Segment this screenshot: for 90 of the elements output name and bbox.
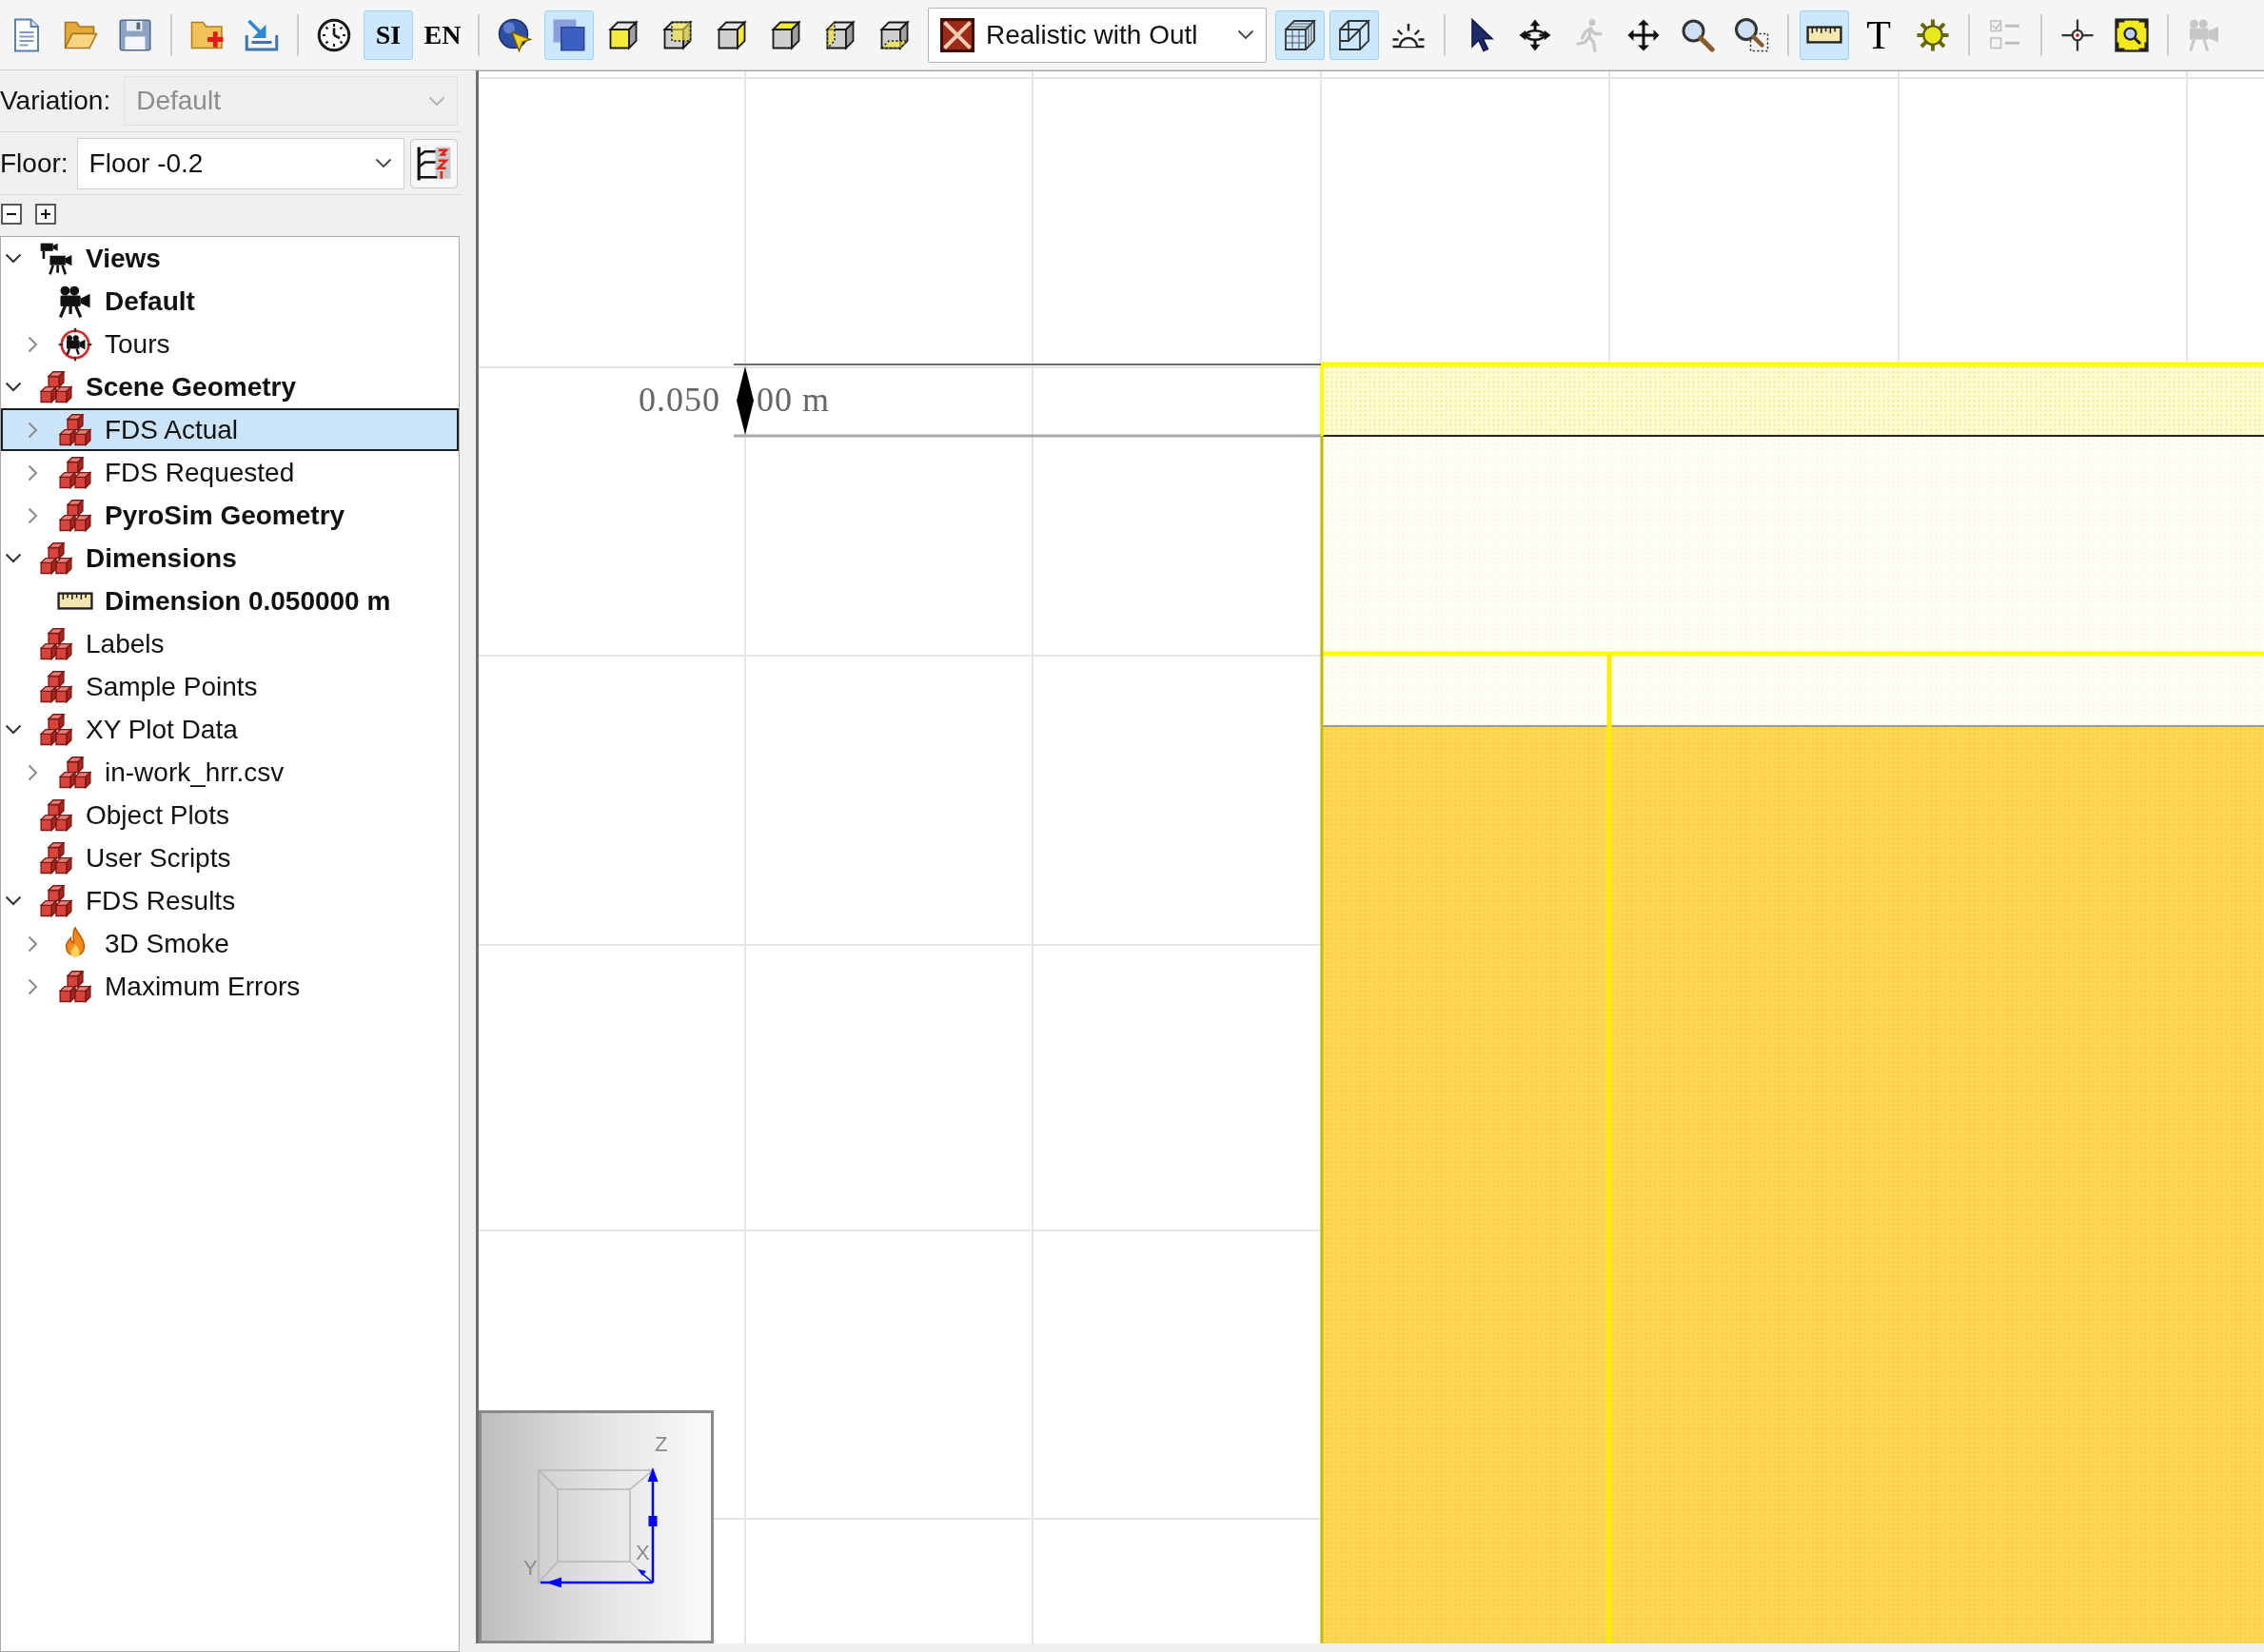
cubes-icon xyxy=(40,370,72,403)
zoom-fit-icon xyxy=(2115,17,2149,52)
cubes-icon xyxy=(40,541,72,575)
chevron-down-icon[interactable] xyxy=(5,253,22,264)
chevron-right-icon[interactable] xyxy=(27,463,38,482)
floor-levels-icon xyxy=(415,145,452,182)
zoom-box-icon xyxy=(1735,17,1769,52)
cubes-icon xyxy=(59,756,91,789)
tree-item[interactable]: Views xyxy=(1,237,459,280)
dimension-label: 00 m xyxy=(757,383,830,417)
cubes-icon xyxy=(40,713,72,746)
wireframe-cube-icon xyxy=(1283,17,1317,52)
toolbar-button[interactable]: T xyxy=(1854,10,1903,60)
chevron-down-icon[interactable] xyxy=(5,553,22,563)
variation-label: Variation: xyxy=(0,85,111,117)
sphere-arrow-icon xyxy=(498,17,532,52)
clock-icon xyxy=(317,17,351,52)
tree-item[interactable]: Tours xyxy=(1,323,459,365)
chevron-down-icon xyxy=(1237,30,1254,40)
tree-item[interactable]: in-work_hrr.csv xyxy=(1,751,459,794)
tree-item[interactable]: FDS Requested xyxy=(1,451,459,494)
collapse-all-button[interactable] xyxy=(0,202,23,226)
tree-item[interactable]: User Scripts xyxy=(1,836,459,879)
tree-item[interactable]: Maximum Errors xyxy=(1,965,459,1008)
import-icon xyxy=(245,17,279,52)
render-mode-dropdown[interactable]: Realistic with Outl xyxy=(928,7,1267,63)
cubes-icon xyxy=(40,841,72,875)
toolbar-button[interactable] xyxy=(544,10,594,60)
toolbar-button[interactable] xyxy=(1329,10,1379,60)
tree-item[interactable]: FDS Results xyxy=(1,879,459,922)
magnifier-icon xyxy=(1681,17,1715,52)
toolbar-button[interactable] xyxy=(1275,10,1325,60)
axis-label: Y xyxy=(523,1558,538,1579)
sun-icon xyxy=(1916,17,1950,52)
chevron-down-icon[interactable] xyxy=(5,724,22,735)
floor-levels-button[interactable] xyxy=(409,138,458,188)
cubes-icon xyxy=(59,413,91,446)
plus-box-icon xyxy=(35,203,56,225)
floor-dropdown[interactable]: Floor -0.2 xyxy=(76,137,404,189)
toolbar-button[interactable]: EN xyxy=(418,10,467,60)
tree-item[interactable]: Default xyxy=(1,280,459,323)
cubes-icon xyxy=(40,670,72,703)
chevron-right-icon[interactable] xyxy=(27,977,38,995)
chevron-right-icon[interactable] xyxy=(27,934,38,953)
minus-box-icon xyxy=(1,203,22,225)
dimension-arrow xyxy=(737,366,754,435)
overlapping-squares-icon xyxy=(552,17,586,52)
cubes-icon xyxy=(40,627,72,660)
axis-label: Z xyxy=(655,1434,668,1455)
chevron-down-icon[interactable] xyxy=(5,382,22,392)
cubes-icon xyxy=(59,499,91,532)
chevron-right-icon[interactable] xyxy=(27,763,38,781)
chevron-down-icon[interactable] xyxy=(5,895,22,906)
chevron-right-icon[interactable] xyxy=(27,506,38,524)
crate-icon xyxy=(940,17,975,52)
dimension-label: 0.050 xyxy=(639,383,720,417)
chevron-down-icon xyxy=(374,158,392,168)
save-icon xyxy=(118,17,152,52)
tree-item[interactable]: Object Plots xyxy=(1,794,459,836)
cubes-icon xyxy=(59,970,91,1003)
orbit-icon xyxy=(1518,17,1552,52)
cubes-icon xyxy=(59,456,91,489)
axis-label: X xyxy=(636,1543,650,1564)
toolbar-button[interactable]: SI xyxy=(364,10,413,60)
camera-target-icon xyxy=(58,326,92,362)
tree-item[interactable]: Dimension 0.050000 m xyxy=(1,580,459,622)
crosshair-icon xyxy=(2060,17,2095,52)
chevron-right-icon[interactable] xyxy=(27,421,38,439)
tree-item[interactable]: Labels xyxy=(1,622,459,665)
tree-item[interactable]: XY Plot Data xyxy=(1,708,459,751)
tree-item[interactable]: Scene Geometry xyxy=(1,365,459,408)
chevron-right-icon[interactable] xyxy=(27,335,38,353)
cameras-icon xyxy=(39,241,73,276)
floor-label: Floor: xyxy=(0,147,69,180)
tree-item[interactable]: PyroSim Geometry xyxy=(1,494,459,537)
chevron-down-icon xyxy=(428,95,445,107)
movie-camera-icon xyxy=(58,284,92,319)
ruler-icon xyxy=(57,592,93,610)
ruler-icon xyxy=(1806,26,1842,44)
tree-item[interactable]: Dimensions xyxy=(1,537,459,580)
tree-item[interactable]: 3D Smoke xyxy=(1,922,459,965)
outline-cube-icon xyxy=(1337,17,1371,52)
toolbar-button[interactable] xyxy=(1800,10,1849,60)
tree-item[interactable]: Sample Points xyxy=(1,665,459,708)
expand-all-button[interactable] xyxy=(34,202,57,226)
cubes-icon xyxy=(40,884,72,917)
tree-item[interactable]: FDS Actual xyxy=(1,408,459,451)
move-icon xyxy=(1626,17,1661,52)
movie-camera-icon xyxy=(2187,17,2221,52)
cubes-icon xyxy=(40,798,72,832)
